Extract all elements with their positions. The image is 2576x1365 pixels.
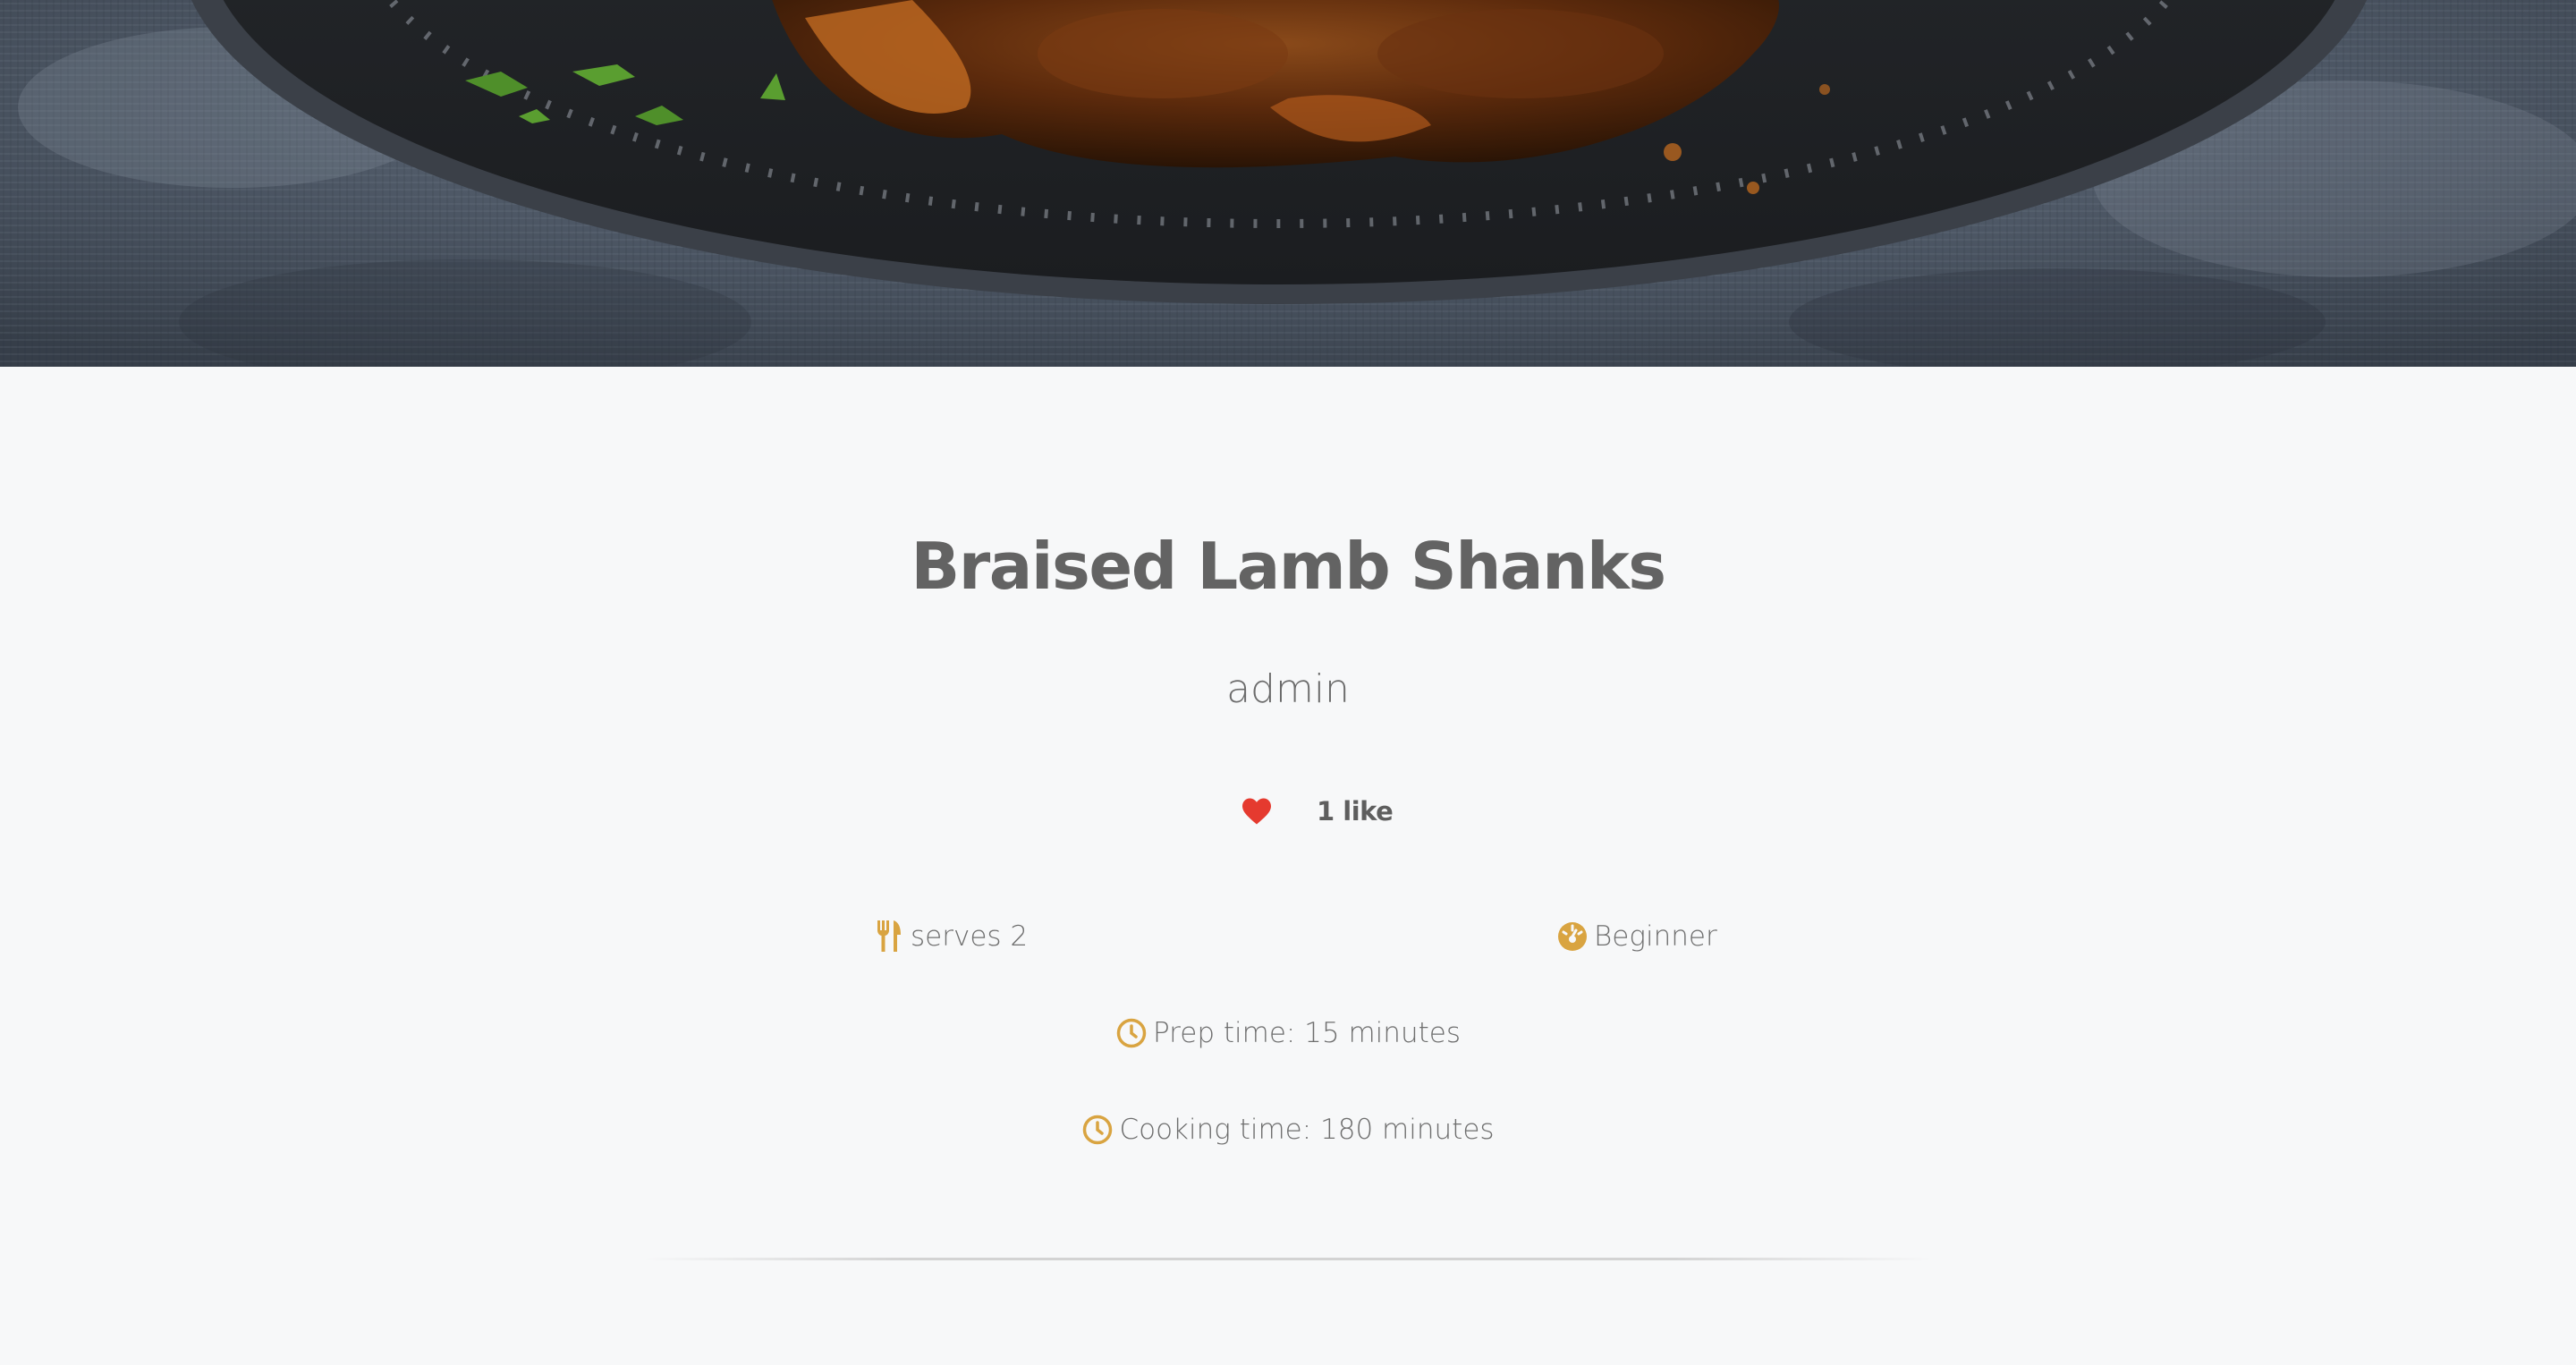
servings-label: serves 2 — [911, 920, 1029, 953]
like-count: 1 like — [1317, 796, 1394, 827]
prep-time-label: Prep time: 15 minutes — [1153, 1017, 1461, 1049]
recipe-page: Braised Lamb Shanks admin 1 like serves … — [0, 0, 2576, 1365]
clock-icon — [1115, 1017, 1148, 1049]
recipe-author[interactable]: admin — [0, 666, 2576, 714]
recipe-details: Braised Lamb Shanks admin 1 like serves … — [0, 367, 2576, 1365]
difficulty-label: Beginner — [1594, 920, 1717, 953]
recipe-difficulty: Beginner — [1556, 917, 1717, 956]
section-divider — [644, 1258, 1932, 1260]
clock-icon — [1081, 1114, 1114, 1146]
recipe-hero-image — [0, 0, 2576, 367]
gauge-icon — [1556, 920, 1589, 953]
recipe-title: Braised Lamb Shanks — [911, 529, 1666, 604]
like-button[interactable] — [1234, 789, 1279, 834]
heart-icon — [1242, 798, 1271, 825]
recipe-cooking-time: Cooking time: 180 minutes — [0, 1110, 2576, 1149]
cooking-time-label: Cooking time: 180 minutes — [1119, 1114, 1495, 1146]
recipe-prep-time: Prep time: 15 minutes — [0, 1013, 2576, 1053]
utensils-icon — [873, 920, 905, 953]
likes-row: 1 like — [1234, 789, 1394, 834]
recipe-servings: serves 2 — [873, 917, 1028, 956]
